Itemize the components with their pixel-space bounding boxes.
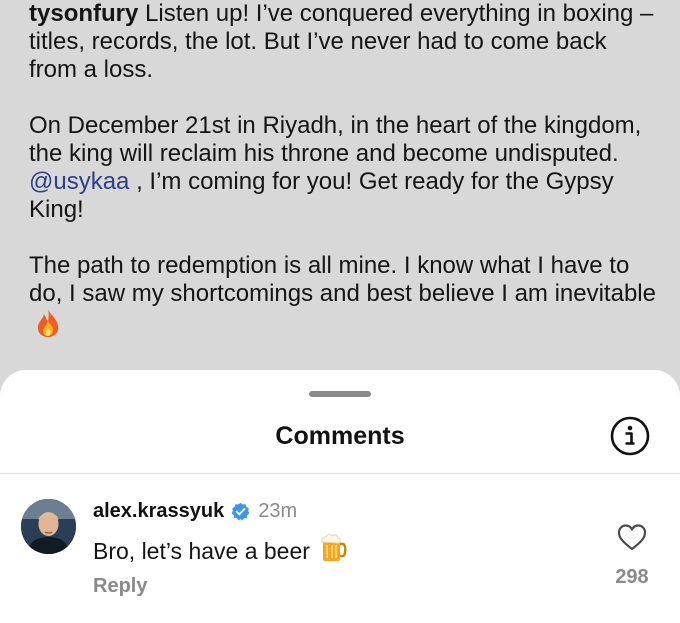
reply-button[interactable]: Reply	[93, 575, 147, 598]
comment-username[interactable]: alex.krassyuk	[93, 500, 224, 523]
caption-username[interactable]: tysonfury	[29, 0, 138, 27]
header-divider	[0, 473, 680, 474]
info-icon[interactable]	[609, 415, 651, 457]
comments-sheet: Comments alex.krassyuk 23m Bro, let’s ha…	[0, 370, 680, 623]
heart-icon[interactable]	[617, 523, 647, 551]
sheet-title: Comments	[275, 422, 405, 450]
caption-text-3: The path to redemption is all mine. I kn…	[29, 252, 656, 307]
caption-text-2a: On December 21st in Riyadh, in the heart…	[29, 112, 642, 167]
fire-icon	[35, 308, 61, 345]
caption-paragraph-1: tysonfury Listen up! I’ve conquered ever…	[29, 0, 659, 84]
beer-mug-icon	[320, 533, 348, 569]
comment-timestamp: 23m	[258, 500, 298, 522]
like-count: 298	[615, 566, 649, 588]
avatar[interactable]	[21, 499, 76, 554]
post-caption: tysonfury Listen up! I’ve conquered ever…	[29, 0, 659, 373]
caption-paragraph-3: The path to redemption is all mine. I kn…	[29, 252, 659, 345]
comment-header: alex.krassyuk 23m	[93, 500, 297, 523]
comment-body: Bro, let’s have a beer	[93, 533, 348, 569]
sheet-drag-handle[interactable]	[309, 391, 371, 397]
caption-paragraph-2: On December 21st in Riyadh, in the heart…	[29, 112, 659, 224]
comment-text: Bro, let’s have a beer	[93, 537, 310, 564]
verified-badge-icon	[231, 502, 250, 521]
mention-link[interactable]: @usykaa	[29, 168, 129, 195]
